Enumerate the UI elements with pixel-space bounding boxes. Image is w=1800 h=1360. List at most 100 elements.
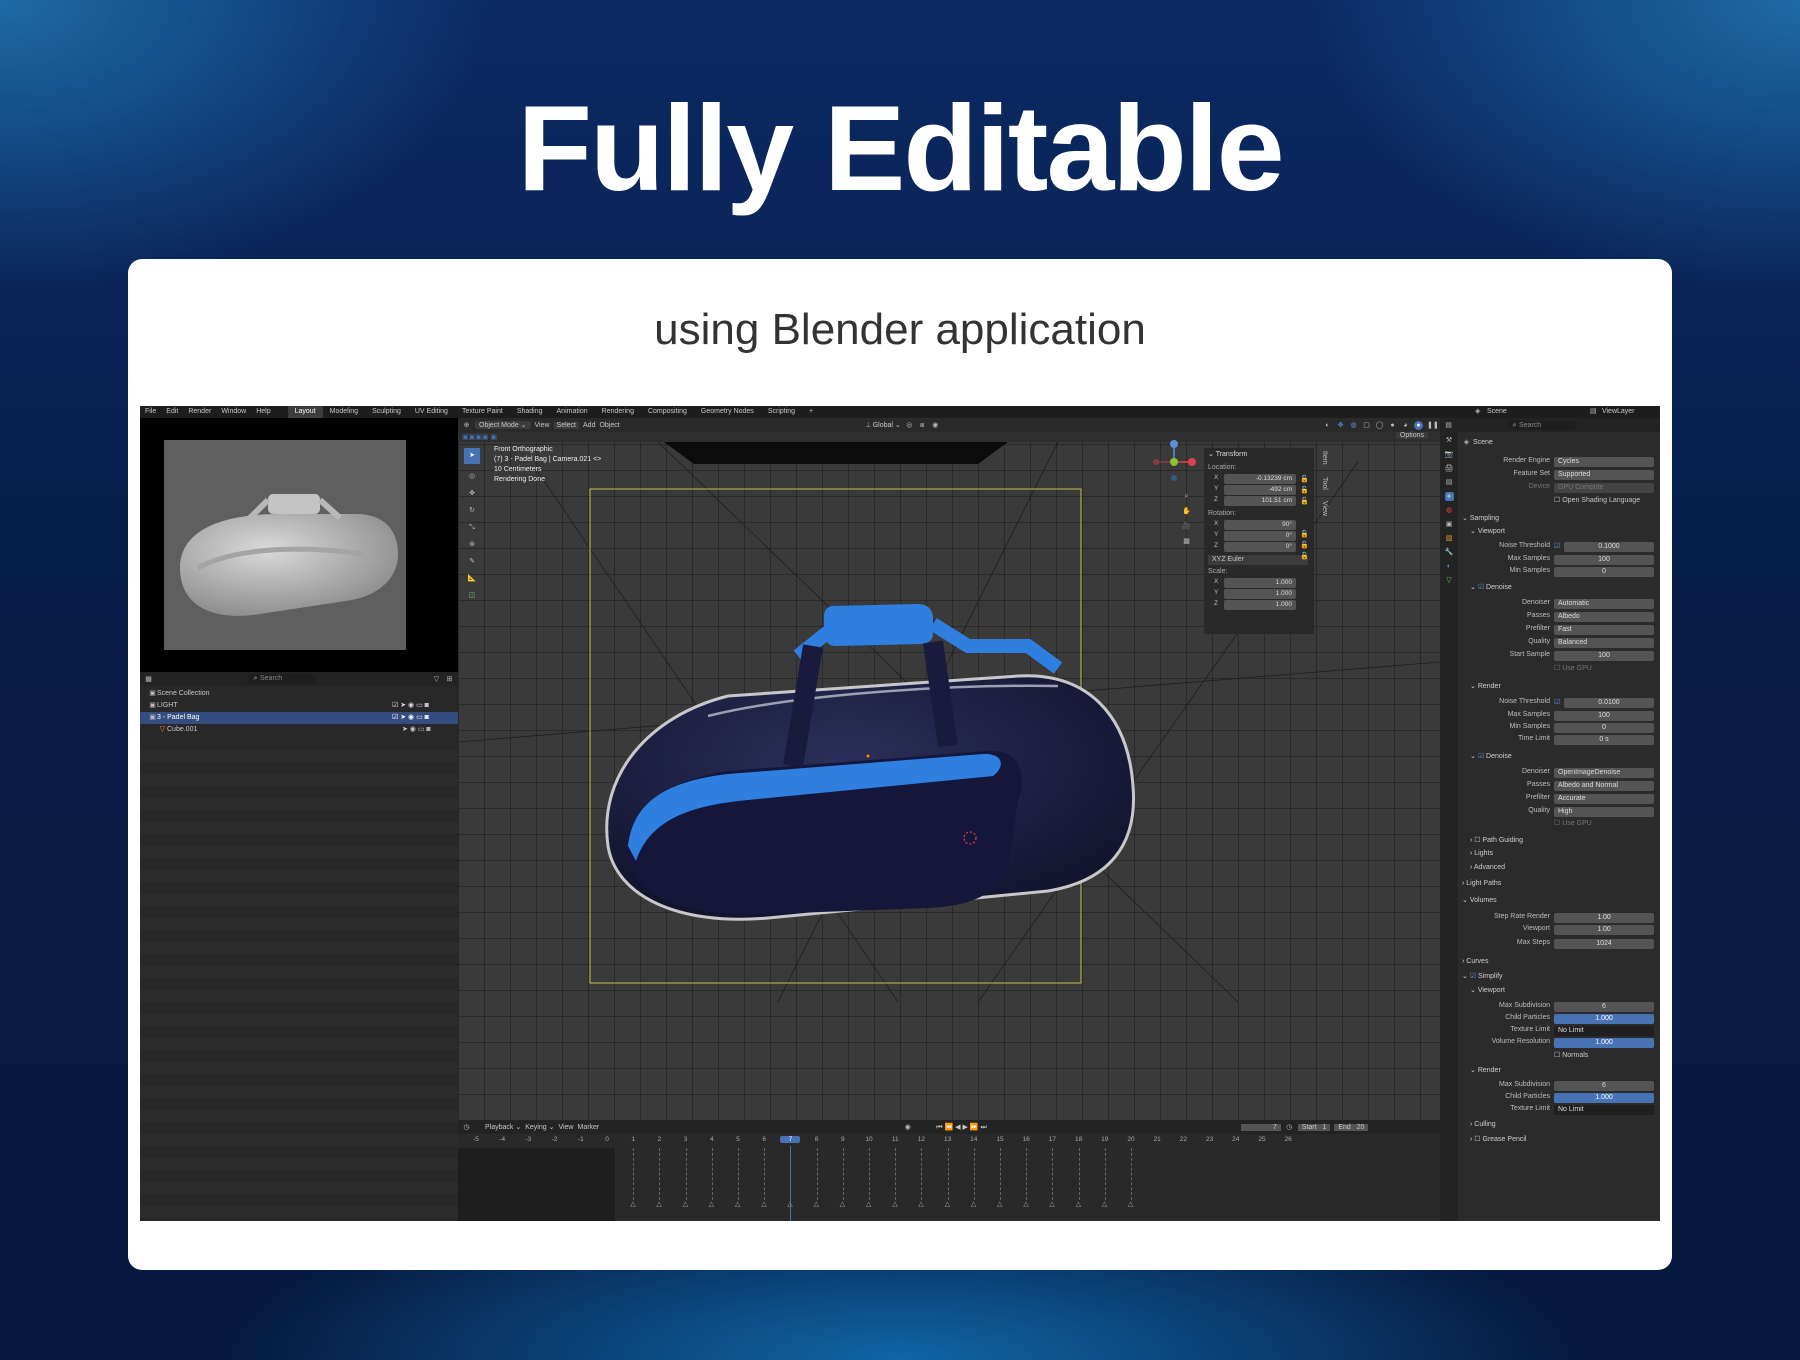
mode-dropdown[interactable]: Object Mode ⌄ (475, 421, 531, 429)
outliner-item[interactable]: ▣Scene Collection (140, 688, 458, 700)
keyframe-marker[interactable]: △ (683, 1200, 688, 1208)
tab-geometry-nodes[interactable]: Geometry Nodes (694, 406, 761, 418)
normals-checkbox[interactable]: ☐ Normals (1554, 1051, 1588, 1059)
view-layer-selector[interactable]: ▤ ViewLayer (1580, 406, 1645, 418)
scale-y-field[interactable]: 1.000 (1224, 589, 1296, 599)
zoom-icon[interactable]: ⌕ (1182, 492, 1191, 501)
scale-z-field[interactable]: 1.000 (1224, 600, 1296, 610)
tab-sculpting[interactable]: Sculpting (365, 406, 408, 418)
render-quality-dropdown[interactable]: High (1554, 807, 1654, 817)
visibility-icons[interactable]: ☑ ➤ ◉ ▭ ◙ (392, 712, 429, 724)
keyframe-marker[interactable]: △ (1049, 1200, 1054, 1208)
select-mode-icons[interactable]: ▣▣▣▣ ▣ (462, 433, 497, 441)
outliner-item[interactable]: ▣LIGHT ☑ ➤ ◉ ▭ ◙ (140, 700, 458, 712)
outliner-item[interactable]: ▽ Cube.001 ➤ ◉ ▭ ◙ (140, 724, 458, 736)
render-denoiser-dropdown[interactable]: OpenImageDenoise (1554, 768, 1654, 778)
render-use-gpu-checkbox[interactable]: ☐ Use GPU (1554, 819, 1592, 827)
lock-icons[interactable]: 🔓 🔓 🔓 🔓 🔓 🔓 (1300, 474, 1309, 562)
pan-hand-icon[interactable]: ✋ (1182, 507, 1191, 516)
culling-section[interactable]: › Culling (1470, 1121, 1496, 1128)
keyframe-marker[interactable]: △ (1023, 1200, 1028, 1208)
advanced-section[interactable]: › Advanced (1470, 864, 1505, 871)
noise-threshold-field[interactable]: 0.1000 (1564, 542, 1654, 552)
3d-viewport[interactable]: ⊕ Object Mode ⌄ View Select Add Object ⊥… (458, 418, 1440, 1120)
quality-dropdown[interactable]: Balanced (1554, 638, 1654, 648)
location-x-field[interactable]: -0.13239 cm (1224, 474, 1296, 484)
outliner-search[interactable]: ⌕ Search (247, 674, 317, 684)
render-subsection[interactable]: ⌄ Render (1470, 682, 1501, 690)
editor-type-icon[interactable]: ▦ (144, 675, 153, 684)
n-panel-title[interactable]: ⌄ Transform (1208, 450, 1247, 458)
tab-layout[interactable]: Layout (287, 406, 323, 418)
proportional-edit-icon[interactable]: ◉ (931, 421, 940, 430)
render-prefilter-dropdown[interactable]: Accurate (1554, 794, 1654, 804)
visibility-icon[interactable]: ◐ (1323, 421, 1332, 430)
menu-edit[interactable]: Edit (161, 406, 183, 418)
denoiser-dropdown[interactable]: Automatic (1554, 599, 1654, 609)
outliner-item-selected[interactable]: ▣3 - Padel Bag ☑ ➤ ◉ ▭ ◙ (140, 712, 458, 724)
time-limit-field[interactable]: 0 s (1554, 735, 1654, 745)
rotation-z-field[interactable]: 0° (1224, 542, 1296, 552)
keyframe-marker[interactable]: △ (630, 1200, 635, 1208)
curves-section[interactable]: › Curves (1462, 958, 1488, 965)
tab-texture-paint[interactable]: Texture Paint (455, 406, 510, 418)
navigation-gizmo[interactable] (1148, 436, 1200, 488)
select-box-icon[interactable]: ➤ (464, 448, 480, 464)
device-dropdown[interactable]: GPU Compute (1554, 483, 1654, 493)
render-noise-threshold-checkbox[interactable]: ☑ (1554, 698, 1560, 706)
volume-resolution-slider[interactable]: 1.000 (1554, 1038, 1654, 1048)
start-sample-field[interactable]: 100 (1554, 651, 1654, 661)
grease-pencil-section[interactable]: › ☐ Grease Pencil (1470, 1135, 1526, 1143)
timeline-ruler[interactable]: -5 -4 -3 -2 -1 0 1 △ 2 △ 3 △ 4 △ 5 △ 6 △ 7 △ 8 △ 9 △ 10 △ 11 △ 12 △ 13… (458, 1120, 1440, 1221)
feature-set-dropdown[interactable]: Supported (1554, 470, 1654, 480)
new-collection-icon[interactable]: ⊞ (445, 675, 454, 684)
material-shading-icon[interactable]: ◕ (1401, 421, 1410, 430)
add-workspace-button[interactable]: + (802, 406, 820, 418)
max-subdivision-field[interactable]: 6 (1554, 1002, 1654, 1012)
keyframe-marker[interactable]: △ (735, 1200, 740, 1208)
lights-section[interactable]: › Lights (1470, 850, 1493, 857)
viewport-menu-select[interactable]: Select (553, 421, 580, 429)
location-z-field[interactable]: 101.51 cm (1224, 496, 1296, 506)
menu-window[interactable]: Window (216, 406, 251, 418)
volumes-section[interactable]: ⌄ Volumes (1462, 896, 1497, 904)
menu-file[interactable]: File (140, 406, 161, 418)
keyframe-marker[interactable]: △ (840, 1200, 845, 1208)
osl-checkbox[interactable]: ☐ Open Shading Language (1554, 496, 1640, 504)
render-passes-dropdown[interactable]: Albedo and Normal (1554, 781, 1654, 791)
xray-icon[interactable]: ▢ (1362, 421, 1371, 430)
render-engine-dropdown[interactable]: Cycles (1554, 457, 1654, 467)
tab-scripting[interactable]: Scripting (761, 406, 802, 418)
keyframe-marker[interactable]: △ (814, 1200, 819, 1208)
cursor-icon[interactable]: ◎ (468, 472, 477, 481)
rotation-x-field[interactable]: 90° (1224, 520, 1296, 530)
scale-x-field[interactable]: 1.000 (1224, 578, 1296, 588)
path-guiding-section[interactable]: › ☐ Path Guiding (1470, 836, 1523, 844)
pivot-icon[interactable]: ◎ (905, 421, 914, 430)
keyframe-marker[interactable]: △ (656, 1200, 661, 1208)
gizmo-icon[interactable]: ✥ (1336, 421, 1345, 430)
child-particles-slider[interactable]: 1.000 (1554, 1014, 1654, 1024)
max-steps-field[interactable]: 1024 (1554, 939, 1654, 949)
tab-compositing[interactable]: Compositing (641, 406, 694, 418)
keyframe-marker[interactable]: △ (918, 1200, 923, 1208)
playhead[interactable] (790, 1146, 792, 1221)
scene-selector[interactable]: ◈ Scene (1465, 406, 1517, 418)
viewport-menu-object[interactable]: Object (599, 422, 619, 429)
keyframe-marker[interactable]: △ (997, 1200, 1002, 1208)
scale-icon[interactable]: ⤡ (468, 523, 477, 532)
tab-view[interactable]: View (1321, 498, 1328, 519)
pause-icon[interactable]: ❚❚ (1427, 421, 1439, 430)
visibility-icons[interactable]: ➤ ◉ ▭ ◙ (402, 724, 431, 736)
tab-uv-editing[interactable]: UV Editing (408, 406, 455, 418)
keyframe-marker[interactable]: △ (1076, 1200, 1081, 1208)
camera-view-icon[interactable]: 🎥 (1182, 522, 1191, 531)
step-rate-viewport-field[interactable]: 1.00 (1554, 925, 1654, 935)
keyframe-marker[interactable]: △ (761, 1200, 766, 1208)
keyframe-marker[interactable]: △ (1128, 1200, 1133, 1208)
ortho-grid-icon[interactable]: ▦ (1182, 537, 1191, 546)
noise-threshold-checkbox[interactable]: ☑ (1554, 542, 1560, 550)
prefilter-dropdown[interactable]: Fast (1554, 625, 1654, 635)
snap-icon[interactable]: ⧈ (918, 421, 927, 430)
render-texture-limit-dropdown[interactable]: No Limit (1554, 1105, 1654, 1115)
